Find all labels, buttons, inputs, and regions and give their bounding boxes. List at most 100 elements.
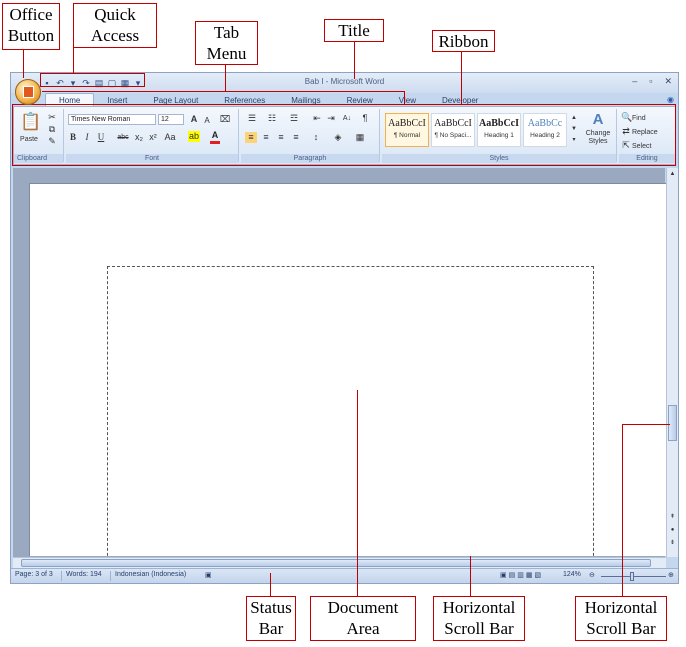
replace-icon[interactable]: ⇄: [621, 126, 631, 137]
zoom-level[interactable]: 124%: [563, 571, 581, 578]
bold-icon[interactable]: B: [68, 132, 78, 143]
align-right-icon[interactable]: ≡: [275, 132, 287, 143]
ribbon: 📋 Paste ✂ ⧉ ✎ Clipboard Times New Roman …: [13, 106, 676, 165]
pointer-office-button: [23, 50, 24, 78]
paste-button[interactable]: Paste: [16, 134, 42, 145]
paragraph-group-label: Paragraph: [241, 154, 379, 163]
pointer-ribbon-box-right: [675, 104, 676, 166]
subscript-icon[interactable]: x₂: [134, 132, 144, 143]
status-separator: [61, 571, 62, 581]
language-indicator[interactable]: Indonesian (Indonesia): [115, 571, 186, 578]
numbering-icon[interactable]: ☷: [265, 113, 279, 124]
style-no-spacing[interactable]: AaBbCcI ¶ No Spaci...: [431, 113, 475, 147]
line-spacing-icon[interactable]: ↕: [309, 132, 323, 143]
replace-button[interactable]: Replace: [632, 127, 668, 138]
help-icon[interactable]: ◉: [667, 95, 674, 104]
align-left-icon[interactable]: ≡: [245, 132, 257, 143]
word-count[interactable]: Words: 194: [66, 571, 102, 578]
copy-icon[interactable]: ⧉: [47, 124, 57, 135]
pointer-qa-box-bottom: [40, 86, 144, 87]
office-button[interactable]: [15, 79, 41, 105]
show-formatting-icon[interactable]: ¶: [359, 113, 371, 124]
spelling-icon[interactable]: ▣: [205, 571, 212, 579]
grow-font-icon[interactable]: A: [188, 114, 200, 125]
vertical-scroll-thumb[interactable]: [668, 405, 677, 441]
style-heading-1[interactable]: AaBbCcI Heading 1: [477, 113, 521, 147]
font-size-select[interactable]: 12: [158, 114, 184, 125]
strikethrough-icon[interactable]: abc: [116, 132, 130, 143]
font-color-icon[interactable]: A: [210, 130, 220, 144]
select-button[interactable]: Select: [632, 141, 662, 152]
multilevel-list-icon[interactable]: ☲: [287, 113, 301, 124]
word-window: Bab I - Microsoft Word ▪ ↶ ▾ ↷ ▤ ▢ ▦ ▾ –…: [10, 72, 679, 584]
minimize-button[interactable]: –: [632, 76, 637, 87]
increase-indent-icon[interactable]: ⇥: [325, 113, 337, 124]
superscript-icon[interactable]: x²: [148, 132, 158, 143]
sort-icon[interactable]: A↓: [341, 113, 353, 124]
decrease-indent-icon[interactable]: ⇤: [311, 113, 323, 124]
highlight-icon[interactable]: ab: [188, 131, 200, 142]
pointer-document-area: [357, 390, 358, 596]
italic-icon[interactable]: I: [82, 132, 92, 143]
paste-icon[interactable]: 📋: [20, 112, 41, 132]
justify-icon[interactable]: ≡: [290, 132, 302, 143]
select-icon[interactable]: ⇱: [621, 140, 631, 151]
clear-formatting-icon[interactable]: ⌧: [218, 114, 232, 125]
zoom-in-icon[interactable]: ⊕: [668, 571, 674, 579]
callout-tab-menu: Tab Menu: [195, 21, 258, 65]
scroll-up-icon[interactable]: ▲: [668, 169, 677, 180]
quick-access-toolbar: ▪ ↶ ▾ ↷ ▤ ▢ ▦ ▾: [42, 76, 143, 90]
cut-icon[interactable]: ✂: [47, 112, 57, 123]
pointer-hscroll-2-arm: [622, 424, 670, 425]
find-button[interactable]: Find: [632, 113, 654, 124]
font-family-select[interactable]: Times New Roman: [68, 114, 156, 125]
page-count[interactable]: Page: 3 of 3: [15, 571, 53, 578]
change-styles-button[interactable]: Change Styles: [581, 130, 615, 146]
styles-scroll-icon[interactable]: ▲ ▼ ▾: [570, 113, 578, 147]
horizontal-scrollbar[interactable]: [13, 557, 666, 568]
borders-icon[interactable]: ▦: [353, 132, 367, 143]
style-name: Heading 2: [530, 132, 560, 139]
callout-horizontal-scroll-bar-2: Horizontal Scroll Bar: [575, 596, 667, 641]
styles-group: AaBbCcI ¶ Normal AaBbCcI ¶ No Spaci... A…: [382, 109, 617, 163]
underline-icon[interactable]: U: [96, 132, 106, 143]
change-case-icon[interactable]: Aa: [163, 132, 177, 143]
close-button[interactable]: ✕: [664, 76, 672, 87]
change-styles-icon[interactable]: A: [587, 111, 609, 129]
callout-quick-access: Quick Access: [73, 3, 157, 48]
pointer-hscroll-1: [470, 556, 471, 596]
style-sample: AaBbCcI: [388, 118, 426, 129]
pointer-title: [354, 42, 355, 79]
shrink-font-icon[interactable]: A: [202, 115, 212, 126]
vertical-scrollbar[interactable]: ▲ ⇞ ● ⇟: [666, 168, 678, 557]
align-center-icon[interactable]: ≡: [260, 132, 272, 143]
style-name: Heading 1: [484, 132, 514, 139]
find-icon[interactable]: 🔍: [621, 112, 632, 123]
callout-title: Title: [324, 19, 384, 42]
view-buttons[interactable]: ▣▤▥▦▧: [500, 571, 543, 579]
restore-button[interactable]: ▫: [649, 76, 652, 87]
next-page-icon[interactable]: ⇟: [668, 538, 677, 549]
horizontal-scroll-thumb[interactable]: [21, 559, 651, 567]
pointer-hscroll-2: [622, 424, 623, 596]
pointer-tab-box-right: [404, 91, 405, 105]
callout-status-bar: Status Bar: [246, 596, 296, 641]
browse-object-icon[interactable]: ●: [668, 525, 677, 536]
bullets-icon[interactable]: ☰: [245, 113, 259, 124]
editing-group: 🔍 Find ⇄ Replace ⇱ Select Editing: [619, 109, 675, 163]
pointer-qa-box-right: [144, 73, 145, 87]
shading-icon[interactable]: ◈: [331, 132, 345, 143]
format-painter-icon[interactable]: ✎: [47, 136, 57, 147]
prev-page-icon[interactable]: ⇞: [668, 512, 677, 523]
pointer-status-bar: [270, 573, 271, 596]
office-logo-icon: [23, 86, 34, 98]
style-heading-2[interactable]: AaBbCc Heading 2: [523, 113, 567, 147]
zoom-slider-thumb[interactable]: [630, 572, 634, 581]
callout-ribbon: Ribbon: [432, 30, 495, 52]
pointer-quick-access-box: [40, 73, 144, 74]
editing-group-label: Editing: [619, 154, 675, 163]
style-normal[interactable]: AaBbCcI ¶ Normal: [385, 113, 429, 147]
paragraph-group: ☰ ☷ ☲ ⇤ ⇥ A↓ ¶ ≡ ≡ ≡ ≡ ↕ ◈ ▦ Paragraph: [241, 109, 380, 163]
styles-group-label: Styles: [382, 154, 616, 163]
zoom-out-icon[interactable]: ⊖: [589, 571, 595, 579]
